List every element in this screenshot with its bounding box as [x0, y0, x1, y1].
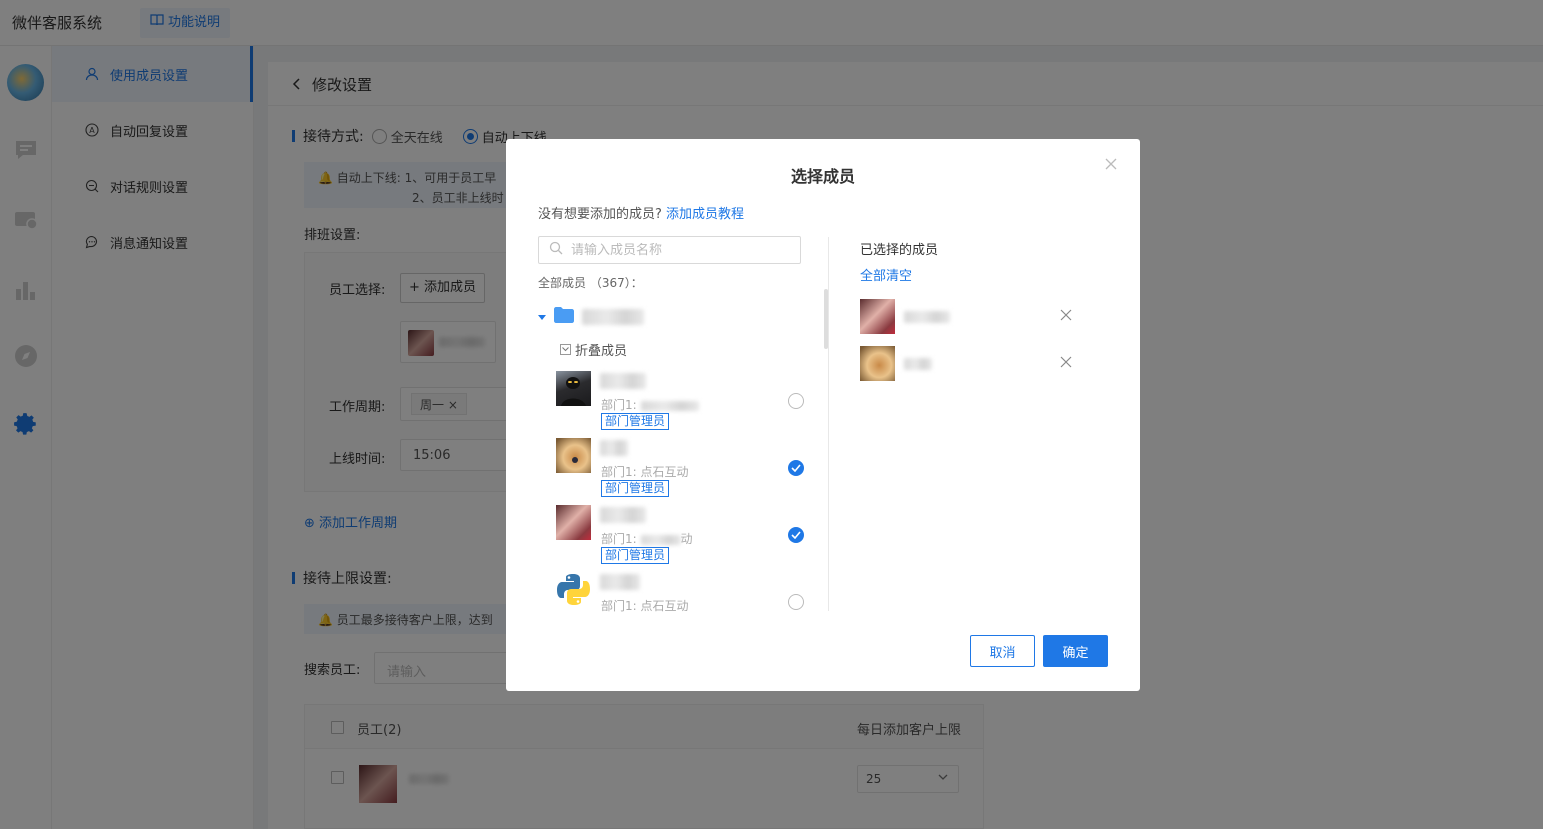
member-name-blurred	[600, 373, 646, 389]
check-icon	[791, 464, 801, 472]
dept-admin-badge: 部门管理员	[601, 547, 670, 564]
member-name-blurred	[904, 358, 932, 370]
all-members-count: 全部成员 （367）：	[538, 274, 643, 291]
member-select-radio[interactable]	[788, 393, 804, 409]
column-divider	[828, 237, 829, 611]
member-department-tail: 动	[680, 532, 693, 546]
selected-member-item	[860, 299, 1076, 335]
member-department: 部门1: 点石互动	[601, 465, 689, 479]
dialog-title: 选择成员	[790, 167, 855, 186]
hint-question: 没有想要添加的成员?	[538, 207, 662, 222]
member-select-radio[interactable]	[788, 594, 804, 610]
select-member-dialog: 选择成员 没有想要添加的成员? 添加成员教程 全部成员 （367）： 折叠成员	[506, 139, 1140, 691]
member-department-text: 部门1:	[601, 398, 637, 412]
member-department-text: 部门1:	[601, 532, 637, 546]
selected-members-title: 已选择的成员	[860, 243, 939, 258]
department-node[interactable]	[538, 307, 644, 327]
member-avatar	[860, 299, 895, 334]
collapse-label: 折叠成员	[575, 344, 628, 359]
member-department: 部门1: 点石互动	[601, 599, 689, 613]
close-icon[interactable]	[1104, 157, 1120, 173]
member-select-radio[interactable]	[788, 460, 804, 476]
check-icon	[791, 531, 801, 539]
search-icon	[549, 241, 563, 259]
member-department: 部门1: 动	[601, 530, 693, 547]
member-count: （367）：	[589, 276, 643, 290]
list-item[interactable]: 部门1: 点石互动 部门管理员	[556, 438, 812, 498]
remove-member-icon[interactable]	[1060, 356, 1074, 370]
add-member-tutorial-link[interactable]: 添加成员教程	[666, 207, 744, 222]
department-name-blurred	[640, 534, 681, 545]
selected-member-item	[860, 346, 1076, 382]
python-logo-avatar	[556, 572, 591, 607]
member-name-blurred	[904, 311, 950, 323]
clear-all-link[interactable]: 全部清空	[860, 265, 912, 284]
member-search[interactable]	[538, 236, 801, 264]
folder-icon	[554, 307, 574, 327]
member-name-blurred	[600, 507, 646, 523]
member-department: 部门1:	[601, 396, 699, 413]
member-list-scrollbar[interactable]	[824, 289, 828, 349]
department-name-blurred	[582, 309, 644, 325]
confirm-button[interactable]: 确定	[1043, 635, 1108, 667]
list-item[interactable]: 部门1: 部门管理员	[556, 371, 812, 431]
cancel-button[interactable]: 取消	[970, 635, 1035, 667]
member-avatar	[860, 346, 895, 381]
member-avatar	[556, 438, 591, 473]
member-avatar	[556, 505, 591, 540]
hint-text: 没有想要添加的成员? 添加成员教程	[538, 203, 744, 222]
list-item[interactable]: 部门1: 动 部门管理员	[556, 505, 812, 565]
member-name-blurred	[600, 440, 628, 456]
dept-admin-badge: 部门管理员	[601, 480, 670, 497]
remove-member-icon[interactable]	[1060, 309, 1074, 323]
caret-down-icon[interactable]	[538, 310, 546, 325]
dept-admin-badge: 部门管理员	[601, 413, 670, 430]
collapse-members-toggle[interactable]: 折叠成员	[560, 340, 627, 359]
list-item[interactable]: 部门1: 点石互动	[556, 572, 812, 613]
member-name-blurred	[600, 574, 640, 590]
member-search-input[interactable]	[571, 242, 781, 258]
member-avatar	[556, 371, 591, 406]
department-name-blurred	[640, 400, 699, 411]
member-select-radio[interactable]	[788, 527, 804, 543]
collapse-icon	[560, 344, 571, 355]
all-members-label: 全部成员	[538, 276, 587, 290]
